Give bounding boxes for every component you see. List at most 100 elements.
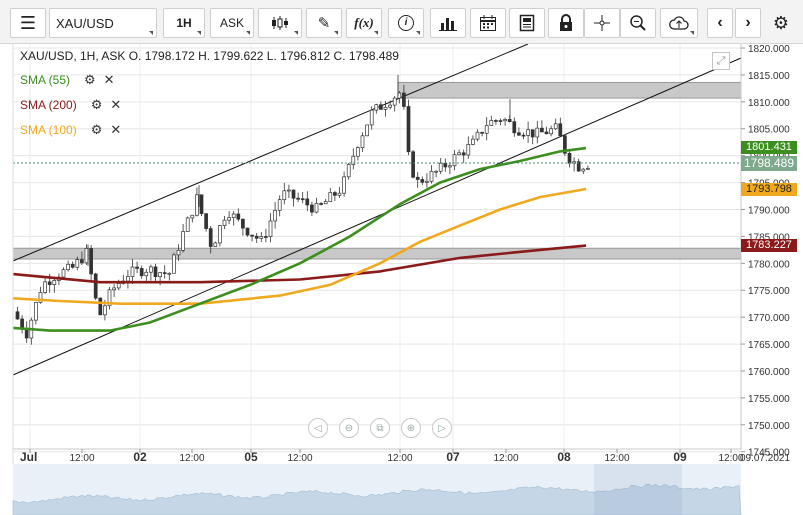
gear-icon[interactable]: ⚙ [84,72,96,88]
candle-body [448,165,452,168]
volume-button[interactable] [430,8,466,38]
lock-icon [560,14,572,31]
legend-sma100: SMA (100) ⚙ ✕ [20,122,121,138]
time-label: 07 [446,450,460,464]
candle-body [277,199,282,211]
time-label: Jul [20,450,37,464]
gear-icon[interactable]: ⚙ [91,122,103,138]
chart-type-button[interactable] [258,8,302,38]
candle-body [84,248,89,264]
forward-button[interactable]: › [735,8,761,38]
info-button[interactable]: i [388,8,424,38]
candle-body [52,280,57,285]
candle-body [323,201,328,205]
candle-body [236,213,241,220]
news-button[interactable] [509,8,545,38]
candle-body [553,123,558,130]
candle-body [429,170,434,182]
candle-body [415,176,420,180]
draw-tool-button[interactable]: ✎ [306,8,342,38]
candle-body [503,119,507,122]
dropdown-icon [416,31,420,35]
menu-button[interactable]: ☰ [10,8,46,38]
zoom-button[interactable] [620,8,656,38]
candle-body [144,271,149,277]
candle-body [250,234,254,237]
zoom-icon [630,15,646,31]
candle-body [475,131,480,140]
close-icon[interactable]: ✕ [104,72,115,88]
candle-body [457,152,461,156]
crosshair-button[interactable] [584,8,620,38]
candle-body [195,194,199,216]
candle-body [172,254,176,274]
candle-body [434,170,438,173]
scroll-right-button[interactable]: ▷ [432,418,452,438]
dropdown-icon [197,31,201,35]
candle-body [231,213,236,219]
gear-icon[interactable]: ⚙ [91,97,103,113]
settings-button[interactable]: ⚙ [767,8,795,38]
candle-body [291,189,296,199]
legend-sma200-label: SMA (200) [20,98,77,112]
chevron-left-icon: ‹ [717,14,723,31]
lock-button[interactable] [548,8,584,38]
price-tag-sma200: 1783.227 [741,239,797,253]
scroll-left-button[interactable]: ◁ [308,418,328,438]
time-label: 09 [673,450,687,464]
price-label: 1770.000 [748,313,790,324]
resistance-zone [397,81,742,99]
candle-body [80,259,84,264]
calendar-button[interactable] [470,8,506,38]
candle-body [208,228,213,247]
price-chart[interactable]: 1820.0001815.0001810.0001805.0001800.000… [0,44,803,515]
time-label: 12:00 [287,453,312,464]
function-icon: f(x) [354,15,374,30]
candle-body [213,242,218,247]
candle-body [498,120,503,122]
timeframe-label: 1H [176,16,192,30]
zoom-in-button[interactable]: ⊕ [401,418,421,438]
price-side-selector[interactable]: ASK [210,8,254,38]
indicators-button[interactable]: f(x) [346,8,382,38]
candle-body [89,248,93,275]
candle-body [287,189,291,192]
candle-body [310,204,314,213]
price-label: 1750.000 [748,421,790,432]
close-icon[interactable]: ✕ [110,97,121,113]
candle-body [420,179,425,183]
back-button[interactable]: ‹ [707,8,733,38]
candle-body [305,198,310,206]
legend-sma100-label: SMA (100) [20,123,77,137]
zoom-out-button[interactable]: ⊖ [339,418,359,438]
candle-body [167,272,172,275]
candle-body [227,217,231,221]
reset-view-button[interactable]: ⧉ [370,418,390,438]
timeframe-selector[interactable]: 1H [163,8,205,38]
candle-body [379,104,383,110]
expand-button[interactable]: ⤢ [712,52,730,70]
symbol-selector[interactable]: XAU/USD [49,8,157,38]
ohlc-header: XAU/USD, 1H, ASK O. 1798.172 H. 1799.622… [20,49,399,63]
price-tag-sma55: 1801.431 [741,141,797,155]
navigator-window[interactable] [594,464,682,515]
candle-body [98,297,103,316]
price-label: 1790.000 [748,205,790,216]
close-icon[interactable]: ✕ [110,122,121,138]
candle-body [452,154,457,167]
candle-body [176,250,181,256]
menu-icon: ☰ [19,12,37,33]
time-label: 12:00 [179,453,204,464]
candle-body [300,198,305,201]
price-label: 1780.000 [748,259,790,270]
candle-body [185,217,190,232]
price-label: 1755.000 [748,394,790,405]
legend-sma55: SMA (55) ⚙ ✕ [20,72,115,88]
candle-body [365,124,369,137]
candle-body [15,311,20,320]
zoom-in-icon: ⊕ [406,422,416,434]
time-label: 12:00 [604,453,629,464]
candle-body [222,219,227,226]
upload-button[interactable] [660,8,698,38]
candle-body [392,97,397,106]
